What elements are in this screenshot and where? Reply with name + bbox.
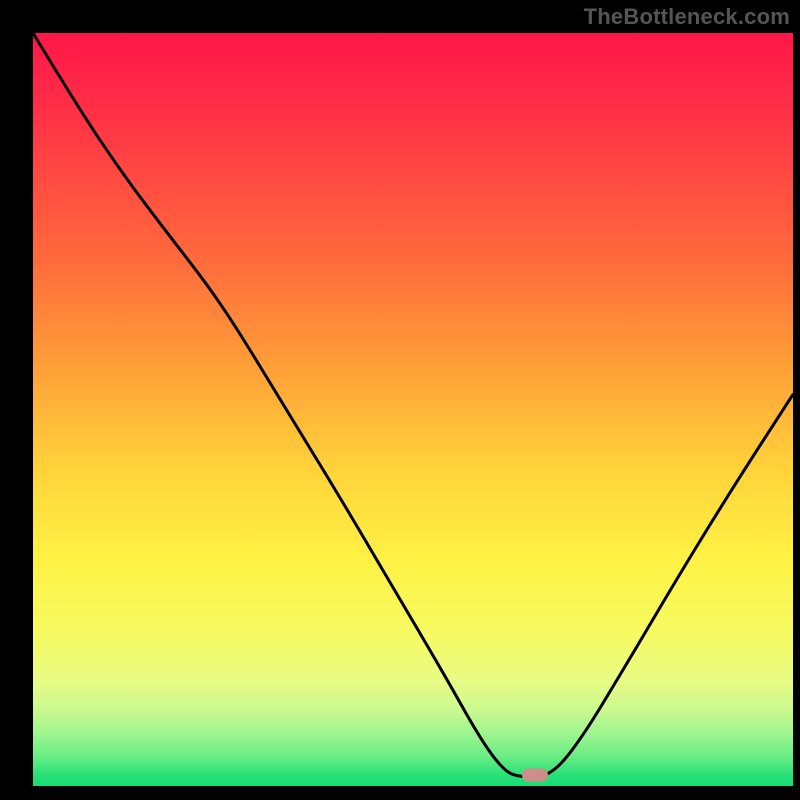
curve-svg [33,33,793,786]
frame: TheBottleneck.com [0,0,800,800]
plot-area [33,33,793,786]
watermark-text: TheBottleneck.com [584,4,790,30]
highlight-marker [522,768,548,781]
bottleneck-curve-path [33,33,793,777]
